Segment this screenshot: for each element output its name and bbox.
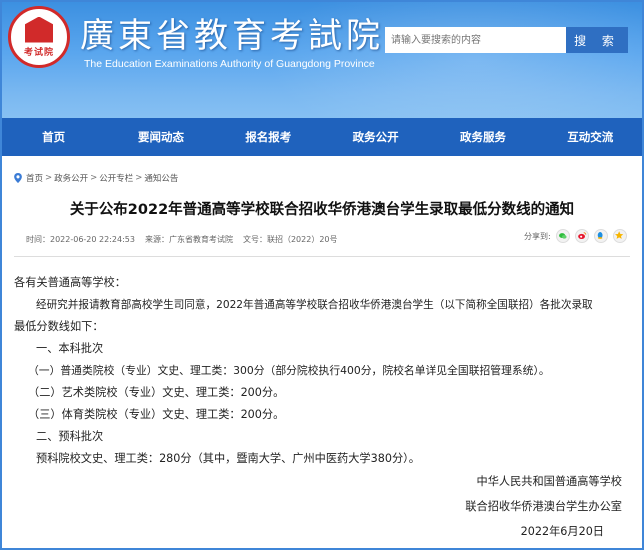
breadcrumb-separator: > [135,173,143,183]
content-divider [14,256,630,257]
article-source: 来源：广东省教育考试院 [144,235,233,244]
section-undergrad: 一、本科批次 [36,342,104,355]
site-logo[interactable]: 考试院 [8,6,70,68]
share-bar: 分享到: [524,229,627,243]
signature-line1: 中华人民共和国普通高等学校 [476,475,622,488]
breadcrumb-notices[interactable]: 通知公告 [144,172,178,184]
building-icon [25,16,53,43]
item-arts: （二）艺术类院校（专业）文史、理工类：200分。 [28,386,285,399]
breadcrumb-gov-info[interactable]: 政务公开 [54,172,88,184]
nav-item-news[interactable]: 要闻动态 [107,129,214,145]
nav-item-gov-info[interactable]: 政务公开 [322,129,429,145]
intro-paragraph: 经研究并报请教育部高校学生司同意，2022年普通高等学校联合招收华侨港澳台学生（… [36,299,593,311]
site-title: 廣東省教育考試院 [80,16,384,56]
qq-icon[interactable] [593,229,608,243]
item-prep: 预科院校文史、理工类：280分（其中，暨南大学、广州中医药大学380分）。 [36,452,420,465]
qzone-icon[interactable] [612,229,627,243]
site-subtitle: The Education Examinations Authority of … [84,58,375,70]
breadcrumb-separator: > [45,173,53,183]
wechat-icon[interactable] [555,229,570,243]
logo-text: 考试院 [23,47,54,58]
item-sports: （三）体育类院校（专业）文史、理工类：200分。 [28,408,285,421]
breadcrumb: 首页 > 政务公开 > 公开专栏 > 通知公告 [14,171,178,185]
article-title: 关于公布2022年普通高等学校联合招收华侨港澳台学生录取最低分数线的通知 [69,202,575,218]
search-input[interactable] [385,27,566,53]
breadcrumb-separator: > [90,173,98,183]
search-button[interactable]: 搜 索 [566,27,628,53]
article-time: 时间：2022-06-20 22:24:53 [26,235,135,244]
nav-item-home[interactable]: 首页 [0,129,107,145]
section-prep: 二、预科批次 [36,430,104,443]
breadcrumb-column[interactable]: 公开专栏 [99,172,133,184]
signature-date: 2022年6月20日 [520,525,604,538]
article-meta: 时间：2022-06-20 22:24:53 来源：广东省教育考试院 文号：联招… [26,234,338,245]
share-label: 分享到: [524,231,551,241]
main-nav: 首页 要闻动态 报名报考 政务公开 政务服务 互动交流 [0,118,644,156]
breadcrumb-home[interactable]: 首页 [26,172,43,184]
nav-item-gov-service[interactable]: 政务服务 [429,129,536,145]
nav-item-registration[interactable]: 报名报考 [215,129,322,145]
signature-line2: 联合招收华侨港澳台学生办公室 [465,500,622,513]
item-general: （一）普通类院校（专业）文史、理工类：300分（部分院校执行400分，院校名单详… [28,364,550,377]
article-doc-number: 文号：联招（2022）20号 [242,235,338,244]
weibo-icon[interactable] [574,229,589,243]
nav-item-interaction[interactable]: 互动交流 [537,129,644,145]
intro-paragraph-cont: 最低分数线如下： [14,320,104,333]
article-body: 各有关普通高等学校： 经研究并报请教育部高校学生司同意，2022年普通高等学校联… [14,272,630,470]
greeting: 各有关普通高等学校： [14,276,126,289]
location-pin-icon [14,173,22,183]
site-header: 考试院 廣東省教育考試院 The Education Examinations … [0,0,644,118]
